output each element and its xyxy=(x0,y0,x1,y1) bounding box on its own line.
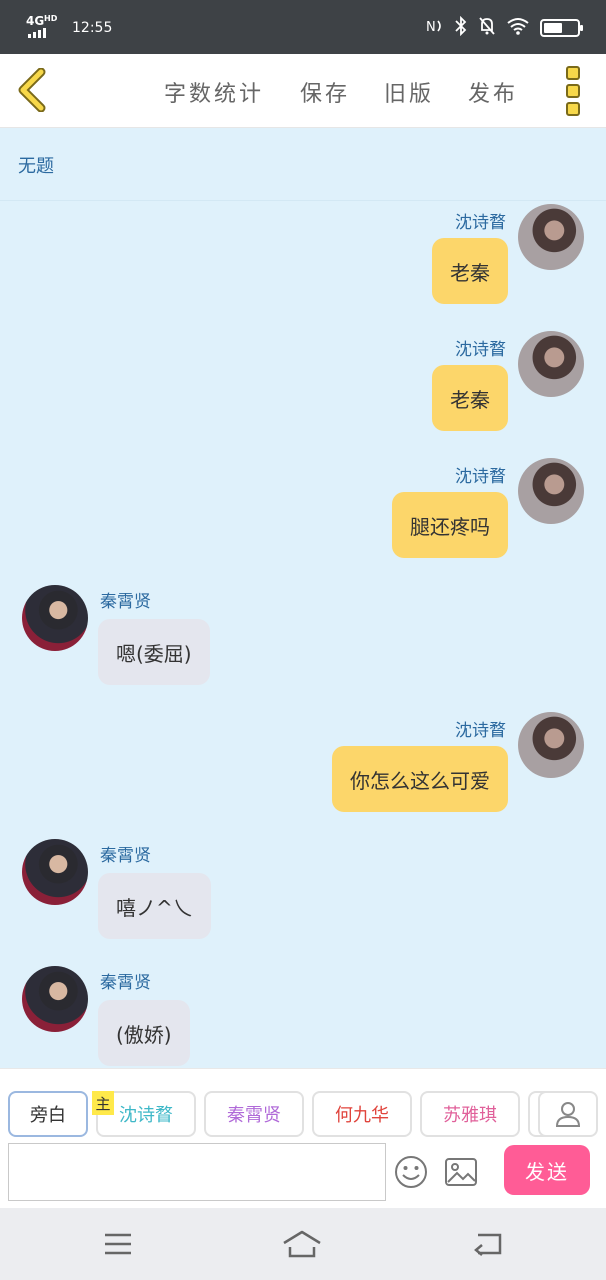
image-icon xyxy=(445,1158,477,1186)
message-row: 沈诗瞀 你怎么这么可爱 xyxy=(0,712,606,822)
battery-icon xyxy=(540,19,583,37)
message-bubble[interactable]: (傲娇) xyxy=(98,1000,190,1066)
message-row: 秦霄贤 嘻ノ^乀 xyxy=(0,839,606,949)
image-button[interactable] xyxy=(444,1157,478,1187)
message-bubble[interactable]: 腿还疼吗 xyxy=(392,492,508,558)
mute-bell-icon xyxy=(478,16,496,40)
emoji-button[interactable] xyxy=(394,1155,428,1189)
network-sup-label: HD xyxy=(44,14,58,23)
speaker-name: 秦霄贤 xyxy=(100,592,151,612)
role-he-jiuhua[interactable]: 何九华 xyxy=(312,1091,412,1137)
message-row: 秦霄贤 (傲娇) xyxy=(0,966,606,1068)
editor-toolbar: 字数统计 保存 旧版 发布 xyxy=(0,54,606,128)
message-bubble[interactable]: 嘻ノ^乀 xyxy=(98,873,211,939)
avatar[interactable] xyxy=(22,966,88,1032)
back-button[interactable] xyxy=(14,68,52,112)
input-panel: 旁白 沈诗瞀 秦霄贤 何九华 苏雅琪 主 发送 xyxy=(0,1068,606,1208)
wifi-icon xyxy=(506,17,530,39)
message-bubble[interactable]: 你怎么这么可爱 xyxy=(332,746,508,812)
chevron-left-icon xyxy=(18,68,46,112)
speaker-name: 秦霄贤 xyxy=(100,846,151,866)
status-right: N xyxy=(426,15,583,40)
publish-button[interactable]: 发布 xyxy=(468,76,518,108)
avatar[interactable] xyxy=(518,204,584,270)
character-manage-button[interactable] xyxy=(538,1091,598,1137)
more-menu-icon[interactable] xyxy=(562,66,584,116)
bluetooth-icon xyxy=(454,15,468,40)
word-count-button[interactable]: 字数统计 xyxy=(164,76,264,108)
avatar[interactable] xyxy=(518,712,584,778)
message-row: 沈诗瞀 腿还疼吗 xyxy=(0,458,606,568)
message-bubble[interactable]: 老秦 xyxy=(432,238,508,304)
role-selector: 旁白 沈诗瞀 秦霄贤 何九华 苏雅琪 xyxy=(0,1091,606,1139)
back-icon[interactable] xyxy=(466,1226,510,1262)
old-version-button[interactable]: 旧版 xyxy=(384,76,434,108)
save-button[interactable]: 保存 xyxy=(300,76,350,108)
person-icon xyxy=(555,1102,581,1127)
speaker-name: 沈诗瞀 xyxy=(455,721,506,741)
role-narrator[interactable]: 旁白 xyxy=(8,1091,88,1137)
speaker-name: 沈诗瞀 xyxy=(455,213,506,233)
network-indicator: 4G HD xyxy=(26,14,58,38)
speaker-name: 沈诗瞀 xyxy=(455,340,506,360)
role-su-yaqi[interactable]: 苏雅琪 xyxy=(420,1091,520,1137)
story-title[interactable]: 无题 xyxy=(18,152,54,178)
message-input[interactable] xyxy=(8,1143,386,1201)
system-nav-bar xyxy=(0,1208,606,1280)
avatar[interactable] xyxy=(22,839,88,905)
main-role-badge: 主 xyxy=(92,1091,114,1115)
avatar[interactable] xyxy=(518,458,584,524)
svg-text:N: N xyxy=(426,20,436,34)
title-divider xyxy=(0,200,606,201)
menu-icon[interactable] xyxy=(96,1226,140,1262)
message-row: 秦霄贤 嗯(委屈) xyxy=(0,585,606,695)
status-bar: 4G HD 12:55 N xyxy=(0,0,606,54)
message-row: 沈诗瞀 老秦 xyxy=(0,331,606,441)
status-left: 4G HD 12:55 xyxy=(26,14,112,38)
speaker-name: 沈诗瞀 xyxy=(455,467,506,487)
signal-icon xyxy=(28,28,46,38)
smiley-icon xyxy=(395,1156,427,1188)
message-bubble[interactable]: 嗯(委屈) xyxy=(98,619,210,685)
battery-level-fill xyxy=(544,23,562,33)
nfc-icon: N xyxy=(426,18,444,38)
speaker-name: 秦霄贤 xyxy=(100,973,151,993)
network-label: 4G xyxy=(26,14,45,28)
chat-area[interactable]: 无题 沈诗瞀 老秦 沈诗瞀 老秦 沈诗瞀 腿还疼吗 秦霄贤 嗯(委屈) 沈诗瞀 … xyxy=(0,128,606,1068)
avatar[interactable] xyxy=(518,331,584,397)
send-button[interactable]: 发送 xyxy=(504,1145,590,1195)
home-icon[interactable] xyxy=(280,1226,324,1262)
avatar[interactable] xyxy=(22,585,88,651)
message-row: 沈诗瞀 老秦 xyxy=(0,204,606,314)
clock: 12:55 xyxy=(72,20,113,36)
role-qin-xiaoxian[interactable]: 秦霄贤 xyxy=(204,1091,304,1137)
message-bubble[interactable]: 老秦 xyxy=(432,365,508,431)
